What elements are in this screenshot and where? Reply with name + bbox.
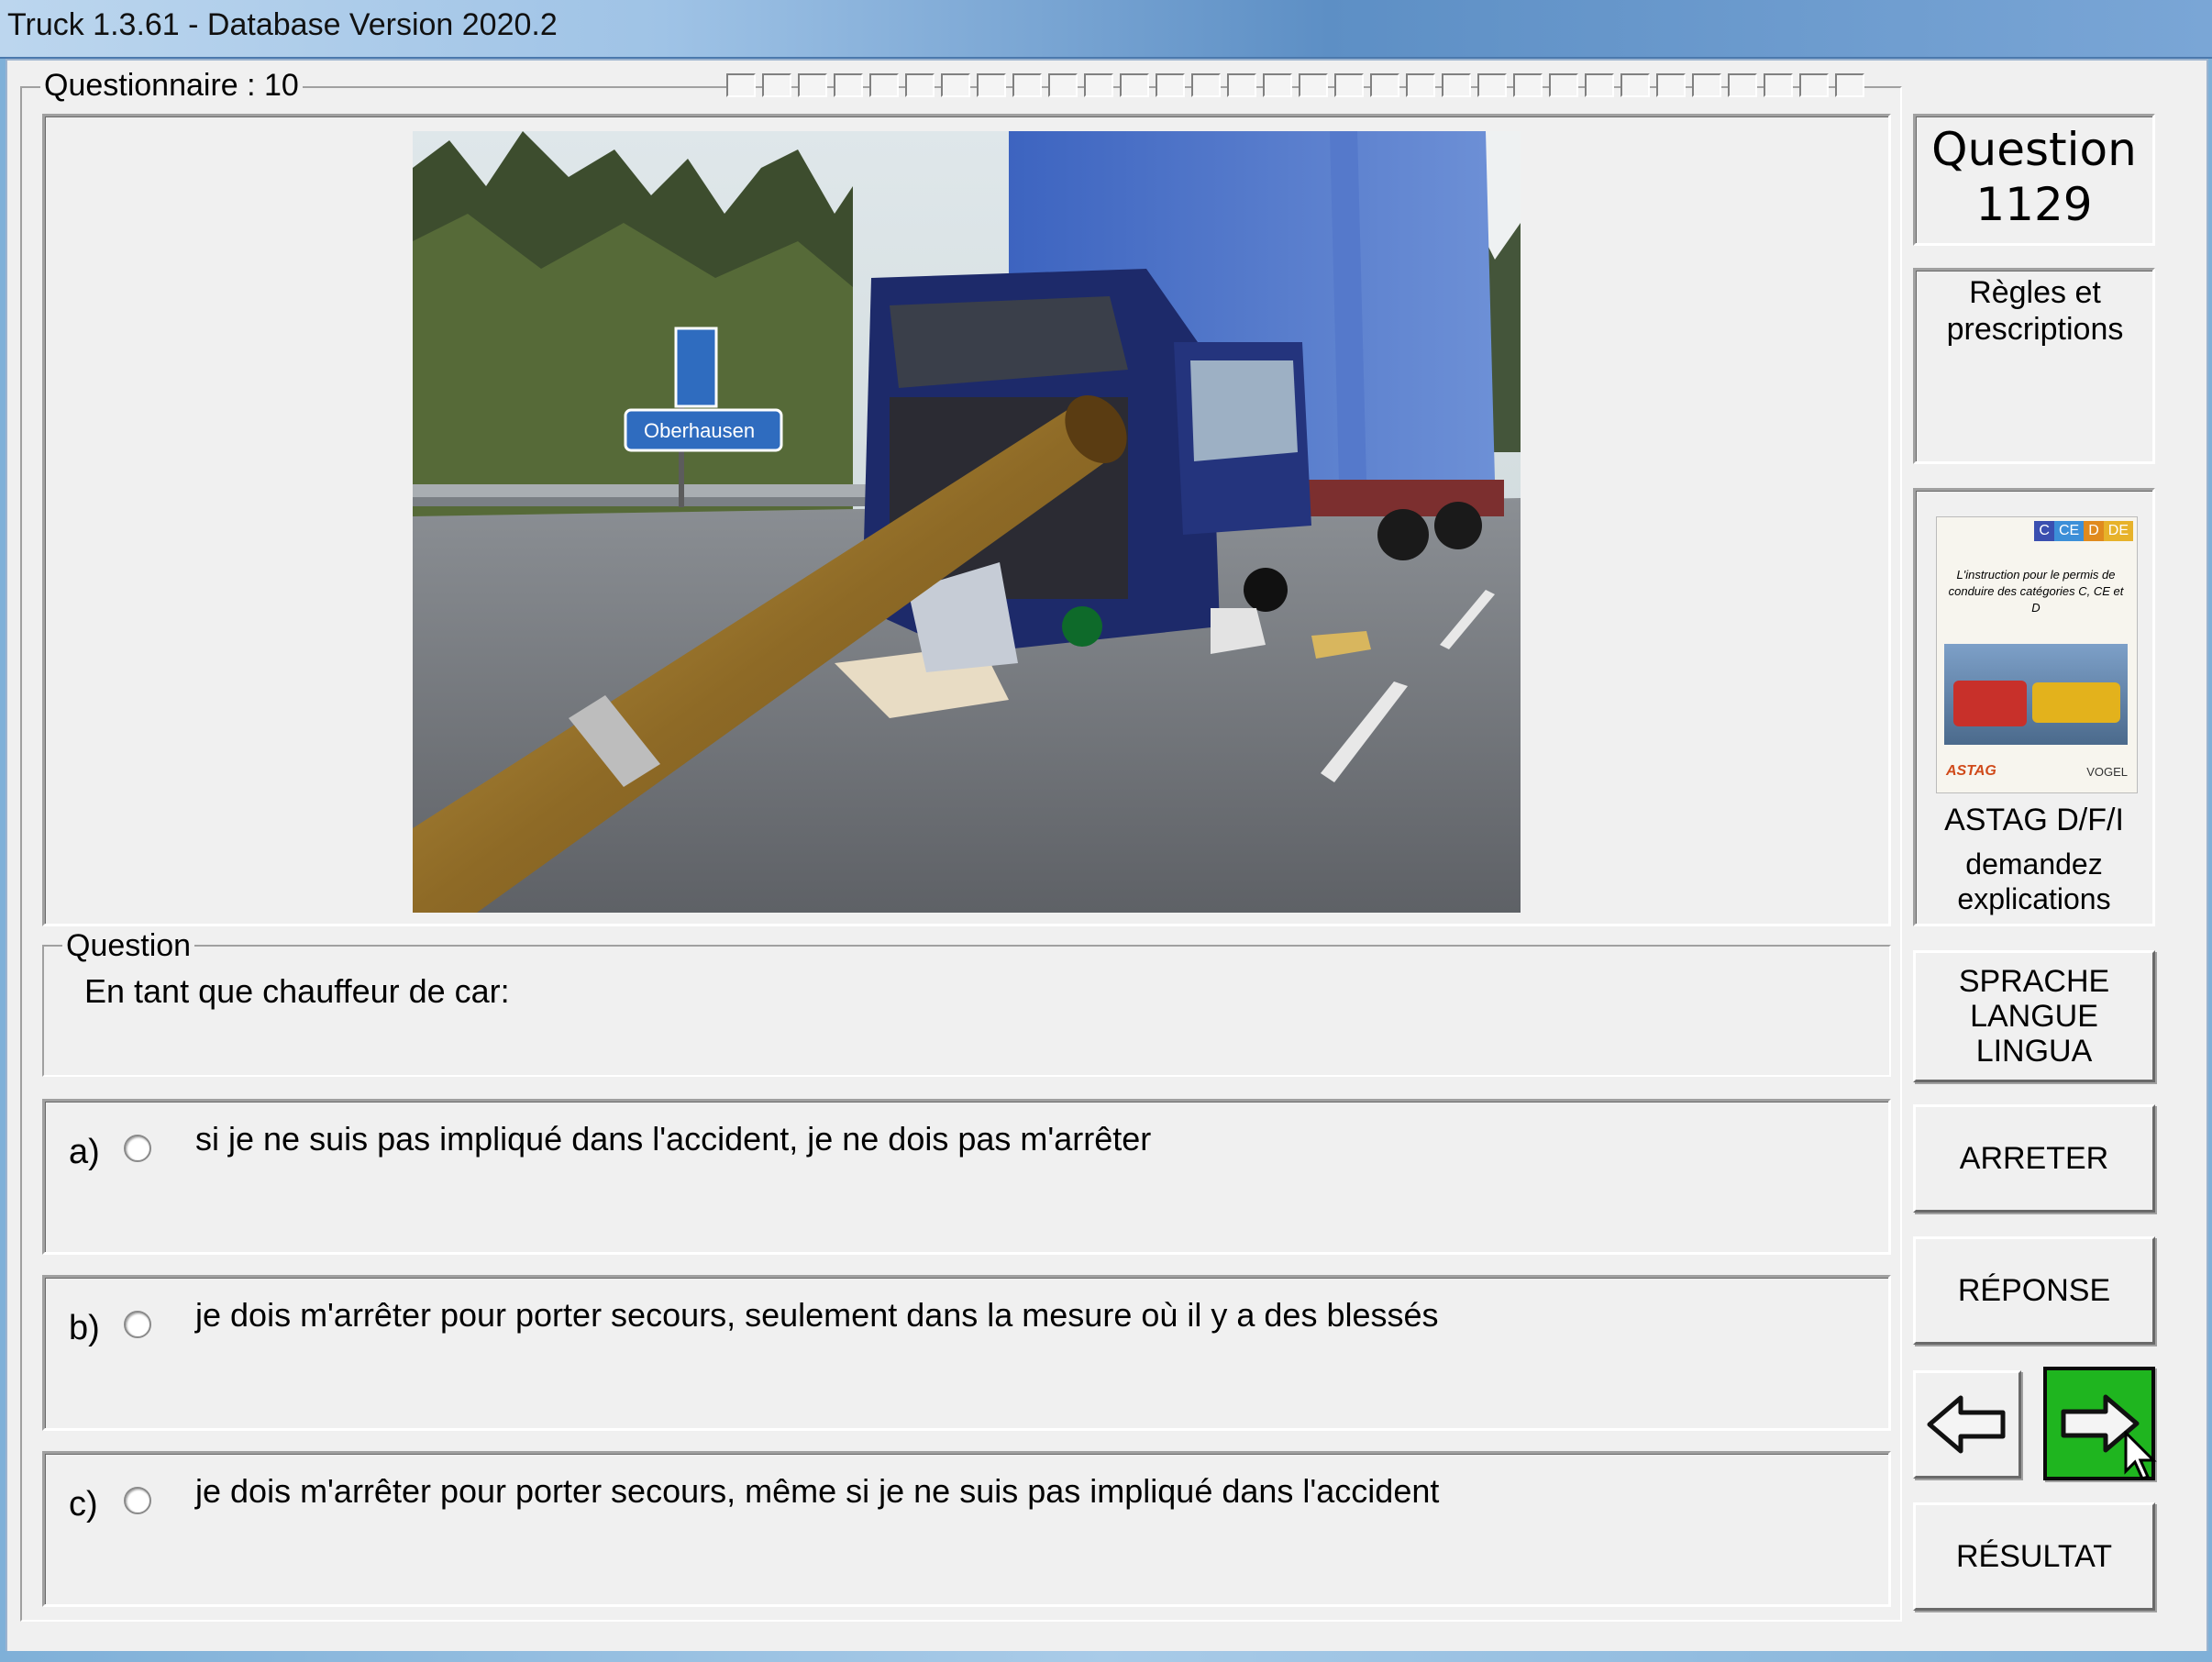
question-label: Question	[1931, 123, 2137, 176]
progress-segment	[726, 73, 756, 97]
previous-button[interactable]	[1913, 1370, 2021, 1479]
answer-b-panel[interactable]: b) je dois m'arrêter pour porter secours…	[42, 1275, 1891, 1431]
accident-photo: Oberhausen	[413, 131, 1521, 913]
progress-segment	[834, 73, 863, 97]
book-category-badges: C CE D DE	[2034, 521, 2133, 541]
progress-segment	[1692, 73, 1721, 97]
progress-segment	[1549, 73, 1578, 97]
progress-segment	[1799, 73, 1829, 97]
stop-button[interactable]: ARRETER	[1913, 1104, 2155, 1213]
book-badge: DE	[2103, 521, 2133, 541]
progress-segment	[1835, 73, 1864, 97]
progress-segment	[941, 73, 970, 97]
category-text: Règles et prescriptions	[1946, 275, 2124, 347]
answer-a-text: si je ne suis pas impliqué dans l'accide…	[195, 1120, 1152, 1158]
answer-b-text: je dois m'arrêter pour porter secours, s…	[195, 1296, 1439, 1334]
book-cover-photo	[1944, 644, 2128, 745]
bottom-border	[0, 1651, 2212, 1662]
answer-a-panel[interactable]: a) si je ne suis pas impliqué dans l'acc…	[42, 1099, 1891, 1255]
questionnaire-label: Questionnaire : 10	[40, 68, 303, 104]
progress-segment	[1620, 73, 1650, 97]
book-cover-text: L'instruction pour le permis de conduire…	[1948, 568, 2124, 615]
book-badge: C	[2034, 521, 2054, 541]
progress-segment	[1012, 73, 1042, 97]
progress-segment	[1370, 73, 1399, 97]
progress-segment	[1048, 73, 1078, 97]
answer-b-letter: b)	[69, 1309, 100, 1347]
progress-segment	[1084, 73, 1113, 97]
book-publisher-logo: ASTAG	[1946, 763, 1996, 779]
question-number: 1129	[1975, 178, 2093, 231]
book-title: ASTAG D/F/I	[1944, 803, 2124, 837]
arrow-left-icon	[1927, 1395, 2006, 1454]
progress-segment	[1477, 73, 1507, 97]
book-reference-box[interactable]: C CE D DE L'instruction pour le permis de c…	[1913, 488, 2155, 926]
category-box: Règles et prescriptions	[1913, 268, 2155, 464]
progress-segment	[1764, 73, 1793, 97]
answer-button[interactable]: RÉPONSE	[1913, 1236, 2155, 1345]
answer-c-text: je dois m'arrêter pour porter secours, m…	[195, 1472, 1440, 1510]
answer-a-radio[interactable]	[124, 1135, 151, 1162]
answer-button-label: RÉPONSE	[1957, 1272, 2111, 1308]
progress-segment	[977, 73, 1006, 97]
result-button-label: RÉSULTAT	[1955, 1538, 2113, 1574]
progress-segment	[1299, 73, 1328, 97]
progress-segment	[1513, 73, 1543, 97]
progress-segment	[1191, 73, 1221, 97]
progress-segment	[1728, 73, 1757, 97]
road-sign-text: Oberhausen	[644, 419, 755, 442]
next-button[interactable]	[2043, 1367, 2157, 1480]
answer-b-radio[interactable]	[124, 1311, 151, 1338]
question-text: En tant que chauffeur de car:	[84, 972, 510, 1010]
book-subtitle: demandez explications	[1957, 848, 2111, 915]
progress-segment	[1406, 73, 1435, 97]
stop-button-label: ARRETER	[1959, 1140, 2109, 1176]
book-cover-image: C CE D DE L'instruction pour le permis de c…	[1936, 516, 2138, 793]
progress-segment	[1656, 73, 1686, 97]
progress-segment	[1263, 73, 1292, 97]
book-badge: D	[2084, 521, 2104, 541]
image-panel: Oberhausen	[42, 114, 1891, 926]
language-button[interactable]: SPRACHE LANGUE LINGUA	[1913, 950, 2155, 1082]
answer-c-letter: c)	[69, 1485, 98, 1524]
progress-segment	[1120, 73, 1149, 97]
language-button-label: SPRACHE LANGUE LINGUA	[1958, 964, 2110, 1069]
progress-segment	[905, 73, 935, 97]
result-button[interactable]: RÉSULTAT	[1913, 1502, 2155, 1611]
answer-a-letter: a)	[69, 1133, 100, 1171]
book-badge: CE	[2053, 521, 2085, 541]
window-titlebar: Truck 1.3.61 - Database Version 2020.2	[0, 0, 2212, 59]
progress-segment	[869, 73, 899, 97]
progress-segment	[762, 73, 791, 97]
question-groupbox	[42, 945, 1891, 1077]
question-number-box: Question 1129	[1913, 114, 2155, 246]
window-title: Truck 1.3.61 - Database Version 2020.2	[7, 7, 558, 42]
progress-indicator	[726, 73, 1871, 97]
progress-segment	[1227, 73, 1256, 97]
answer-c-panel[interactable]: c) je dois m'arrêter pour porter secours…	[42, 1451, 1891, 1607]
question-legend: Question	[62, 928, 195, 964]
progress-segment	[1585, 73, 1614, 97]
progress-segment	[1442, 73, 1471, 97]
mouse-cursor-icon	[2124, 1431, 2157, 1480]
progress-segment	[1334, 73, 1364, 97]
book-vogel-logo: VOGEL	[2086, 765, 2128, 779]
progress-segment	[1156, 73, 1185, 97]
progress-segment	[798, 73, 827, 97]
answer-c-radio[interactable]	[124, 1487, 151, 1514]
